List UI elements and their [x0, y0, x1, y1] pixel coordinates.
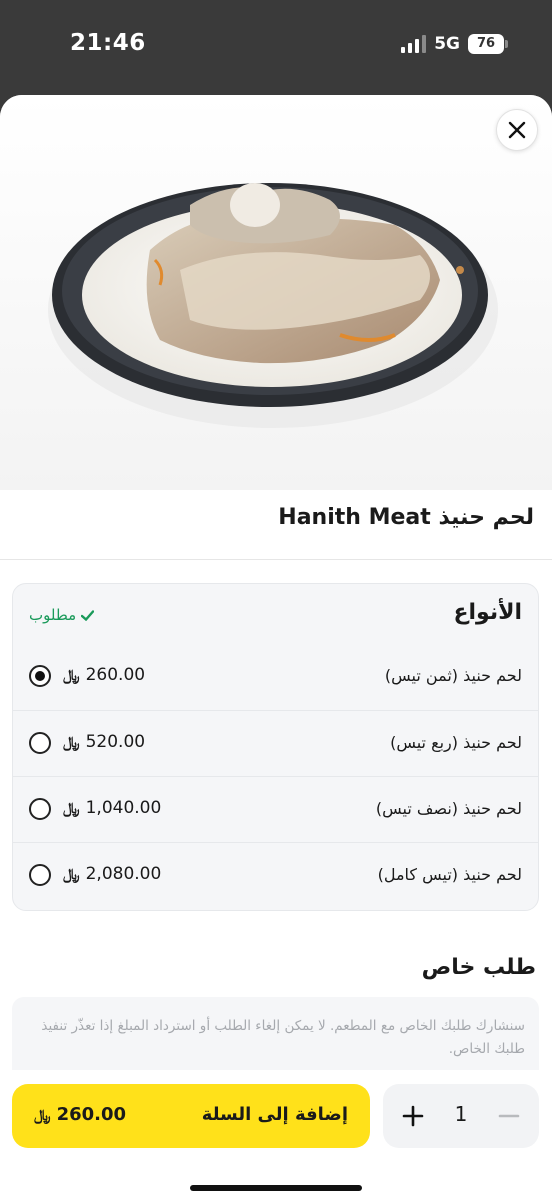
option-label: لحم حنيذ (نصف تيس) — [375, 799, 522, 818]
option-price-value: 520.00 — [85, 732, 146, 752]
network-type: 5G — [434, 34, 460, 54]
currency-icon: ﷼ — [63, 799, 80, 817]
status-bar: 21:46 5G 76 — [0, 0, 552, 92]
home-indicator — [190, 1185, 362, 1191]
radio-button[interactable] — [29, 665, 51, 687]
option-row[interactable]: ﷼ 520.00 لحم حنيذ (ربع تيس) — [13, 710, 538, 776]
currency-icon: ﷼ — [63, 865, 80, 883]
option-price-value: 2,080.00 — [85, 864, 162, 884]
radio-button[interactable] — [29, 864, 51, 886]
status-indicators: 5G 76 — [401, 34, 508, 54]
option-price: ﷼ 520.00 — [63, 732, 145, 752]
option-label: لحم حنيذ (ربع تيس) — [390, 733, 522, 752]
check-icon — [81, 609, 95, 621]
total-value: 260.00 — [56, 1104, 127, 1125]
option-row[interactable]: ﷼ 2,080.00 لحم حنيذ (تيس كامل) — [13, 842, 538, 908]
minus-icon — [498, 1114, 520, 1118]
option-label: لحم حنيذ (ثمن تيس) — [384, 666, 522, 685]
option-row[interactable]: ﷼ 1,040.00 لحم حنيذ (نصف تيس) — [13, 776, 538, 842]
required-badge: مطلوب — [29, 606, 95, 624]
decrease-button[interactable] — [493, 1100, 525, 1132]
add-to-cart-label: إضافة إلى السلة — [201, 1104, 348, 1125]
options-group: الأنواع مطلوب ﷼ 260.00 لحم حنيذ (ثمن تيس… — [12, 583, 539, 911]
special-request-title: طلب خاص — [421, 955, 536, 980]
add-to-cart-button[interactable]: ﷼ 260.00 إضافة إلى السلة — [12, 1084, 370, 1148]
item-sheet: لحم حنيذ Hanith Meat الأنواع مطلوب ﷼ 260… — [0, 95, 552, 1200]
item-title: لحم حنيذ Hanith Meat — [278, 505, 534, 530]
close-icon — [508, 121, 526, 139]
options-title: الأنواع — [453, 600, 522, 625]
options-header: الأنواع مطلوب — [13, 584, 538, 644]
plus-icon — [402, 1105, 424, 1127]
required-label: مطلوب — [29, 606, 77, 624]
quantity-stepper: 1 — [383, 1084, 539, 1148]
food-image — [0, 95, 552, 490]
battery-icon: 76 — [468, 34, 508, 54]
option-label: لحم حنيذ (تيس كامل) — [377, 865, 522, 884]
quantity-value: 1 — [454, 1102, 468, 1126]
option-price: ﷼ 260.00 — [63, 665, 145, 685]
currency-icon: ﷼ — [34, 1105, 51, 1124]
food-plate-image — [48, 183, 498, 428]
currency-icon: ﷼ — [63, 666, 80, 684]
option-price-value: 1,040.00 — [85, 798, 162, 818]
signal-icon — [401, 35, 427, 53]
special-request-placeholder: سنشارك طلبك الخاص مع المطعم. لا يمكن إلغ… — [41, 1018, 525, 1057]
option-price-value: 260.00 — [85, 665, 146, 685]
option-price: ﷼ 1,040.00 — [63, 798, 161, 818]
currency-icon: ﷼ — [63, 733, 80, 751]
radio-button[interactable] — [29, 798, 51, 820]
option-price: ﷼ 2,080.00 — [63, 864, 161, 884]
divider — [0, 559, 552, 560]
radio-button[interactable] — [29, 732, 51, 754]
status-time: 21:46 — [70, 30, 146, 56]
increase-button[interactable] — [397, 1100, 429, 1132]
option-row[interactable]: ﷼ 260.00 لحم حنيذ (ثمن تيس) — [13, 644, 538, 710]
bottom-bar: ﷼ 260.00 إضافة إلى السلة 1 — [0, 1070, 552, 1200]
add-to-cart-total: ﷼ 260.00 — [34, 1104, 126, 1125]
close-button[interactable] — [496, 109, 538, 151]
special-request-input[interactable]: سنشارك طلبك الخاص مع المطعم. لا يمكن إلغ… — [12, 997, 539, 1077]
